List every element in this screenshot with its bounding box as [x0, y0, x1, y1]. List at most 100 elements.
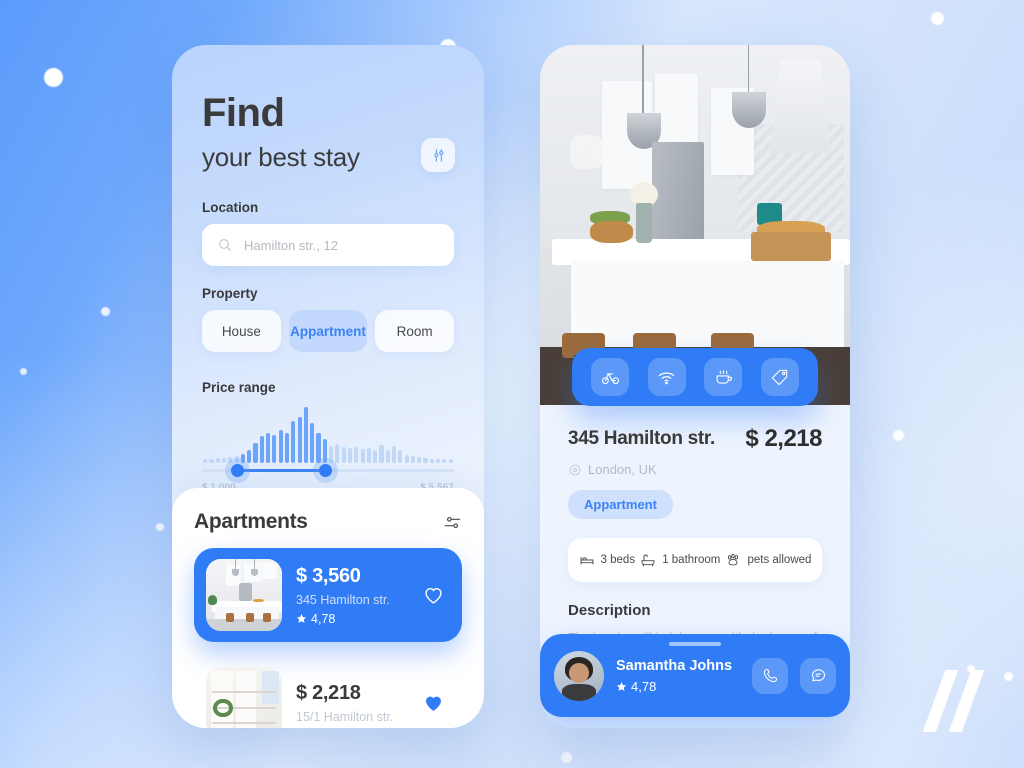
decor-dot [561, 752, 572, 763]
property-type-chip[interactable]: Appartment [568, 490, 673, 519]
sliders-horizontal-icon[interactable] [443, 513, 462, 532]
price-histogram [202, 407, 454, 463]
listing-rating: 4,78 [296, 612, 409, 626]
histogram-bar [436, 459, 441, 463]
histogram-bar [284, 433, 290, 463]
histogram-bar [316, 433, 321, 463]
call-button[interactable] [752, 657, 788, 694]
feature-pets-label: pets allowed [747, 554, 812, 566]
histogram-bar [392, 446, 397, 463]
star-icon [296, 613, 307, 623]
listing-address: 345 Hamilton str. [296, 592, 390, 607]
favorite-heart-icon-filled[interactable] [423, 693, 444, 714]
favorite-heart-icon[interactable] [423, 585, 444, 606]
page-title: Find [202, 91, 285, 135]
histogram-bar [303, 407, 308, 463]
histogram-bar [379, 445, 384, 463]
location-label: Location [202, 200, 259, 215]
histogram-bar [215, 458, 220, 463]
slider-knob-max[interactable] [319, 464, 333, 477]
histogram-bar [272, 435, 277, 463]
feature-bathroom-label: 1 bathroom [662, 554, 721, 566]
search-input[interactable]: Hamilton str., 12 [202, 224, 454, 266]
feature-bathroom: 1 bathroom [640, 552, 720, 568]
listing-info: $ 3,560 345 Hamilton str. 4,78 [296, 565, 409, 626]
histogram-bar [366, 448, 371, 463]
background [0, 0, 1024, 768]
amenity-coffee[interactable] [704, 358, 743, 396]
histogram-bar [448, 459, 453, 463]
bathtub-icon [641, 554, 655, 567]
price-range-slider[interactable]: $ 1,000 $ 5,567 [202, 407, 454, 493]
histogram-bar [209, 459, 214, 463]
drag-handle[interactable] [669, 642, 721, 646]
histogram-bar [278, 430, 283, 463]
histogram-bar [310, 423, 315, 463]
detail-address: 345 Hamilton str. [568, 428, 715, 449]
amenities-bar [572, 348, 818, 406]
histogram-bar [404, 455, 409, 463]
decor-dot [44, 68, 63, 87]
bicycle-icon [601, 372, 619, 384]
slider-knob-min[interactable] [231, 464, 245, 477]
paw-icon [728, 554, 739, 566]
apartments-header: Apartments [194, 510, 462, 534]
slider-track[interactable] [202, 464, 454, 477]
histogram-bar [442, 459, 447, 463]
tab-room[interactable]: Room [375, 310, 455, 352]
detail-heading-row: 345 Hamilton str. $ 2,218 [568, 425, 822, 453]
arrow-left-icon [581, 147, 594, 157]
histogram-bar [266, 433, 271, 463]
contact-name: Samantha Johns [616, 657, 733, 674]
back-button[interactable] [570, 135, 604, 169]
search-screen: Find your best stay Location Hamilton st… [172, 45, 484, 728]
histogram-bar [247, 450, 252, 463]
histogram-bar [253, 443, 258, 463]
search-icon [219, 239, 231, 251]
decor-dot [101, 307, 110, 316]
histogram-bar [234, 456, 239, 463]
listing-thumbnail [206, 559, 282, 631]
histogram-bar [335, 444, 340, 463]
avatar [554, 650, 604, 701]
decor-dot [20, 368, 27, 375]
price-range-label: Price range [202, 380, 276, 395]
amenity-tag[interactable] [760, 358, 799, 396]
detail-city: London, UK [568, 462, 822, 477]
listing-card[interactable]: $ 2,218 15/1 Hamilton str. [194, 656, 462, 728]
histogram-bar [329, 446, 334, 463]
decor-dot [893, 430, 904, 441]
histogram-bar [297, 417, 302, 463]
bed-icon [580, 556, 594, 565]
tag-icon [772, 369, 788, 385]
feature-pets: pets allowed [725, 552, 811, 568]
listing-card-featured[interactable]: $ 3,560 345 Hamilton str. 4,78 [194, 548, 462, 642]
histogram-bar [291, 421, 296, 463]
tab-appartment[interactable]: Appartment [288, 310, 368, 352]
listing-rating-value: 4,78 [311, 611, 336, 626]
detail-city-label: London, UK [588, 462, 657, 477]
star-icon [616, 681, 627, 691]
listing-thumbnail [206, 667, 282, 728]
brand-logo [922, 670, 1002, 732]
property-tabs: House Appartment Room [196, 310, 460, 352]
histogram-bar [417, 457, 422, 463]
histogram-bar [341, 447, 346, 463]
decor-dot [1004, 672, 1013, 681]
location-pin-icon [569, 464, 581, 475]
listing-price: $ 3,560 [296, 564, 361, 587]
amenity-wifi[interactable] [647, 358, 686, 396]
wifi-icon [659, 372, 675, 384]
listing-info: $ 2,218 15/1 Hamilton str. [296, 682, 409, 724]
detail-screen: 345 Hamilton str. $ 2,218 London, UK App… [540, 45, 850, 728]
histogram-bar [423, 458, 428, 463]
message-button[interactable] [800, 657, 836, 694]
filter-button[interactable] [421, 138, 455, 172]
description-title: Description [568, 602, 651, 619]
histogram-bar [259, 436, 264, 463]
amenity-bicycle[interactable] [591, 358, 630, 396]
histogram-bar [410, 456, 415, 463]
histogram-bar [322, 439, 327, 463]
tab-house[interactable]: House [202, 310, 281, 352]
contact-card[interactable]: Samantha Johns 4,78 [540, 634, 850, 717]
